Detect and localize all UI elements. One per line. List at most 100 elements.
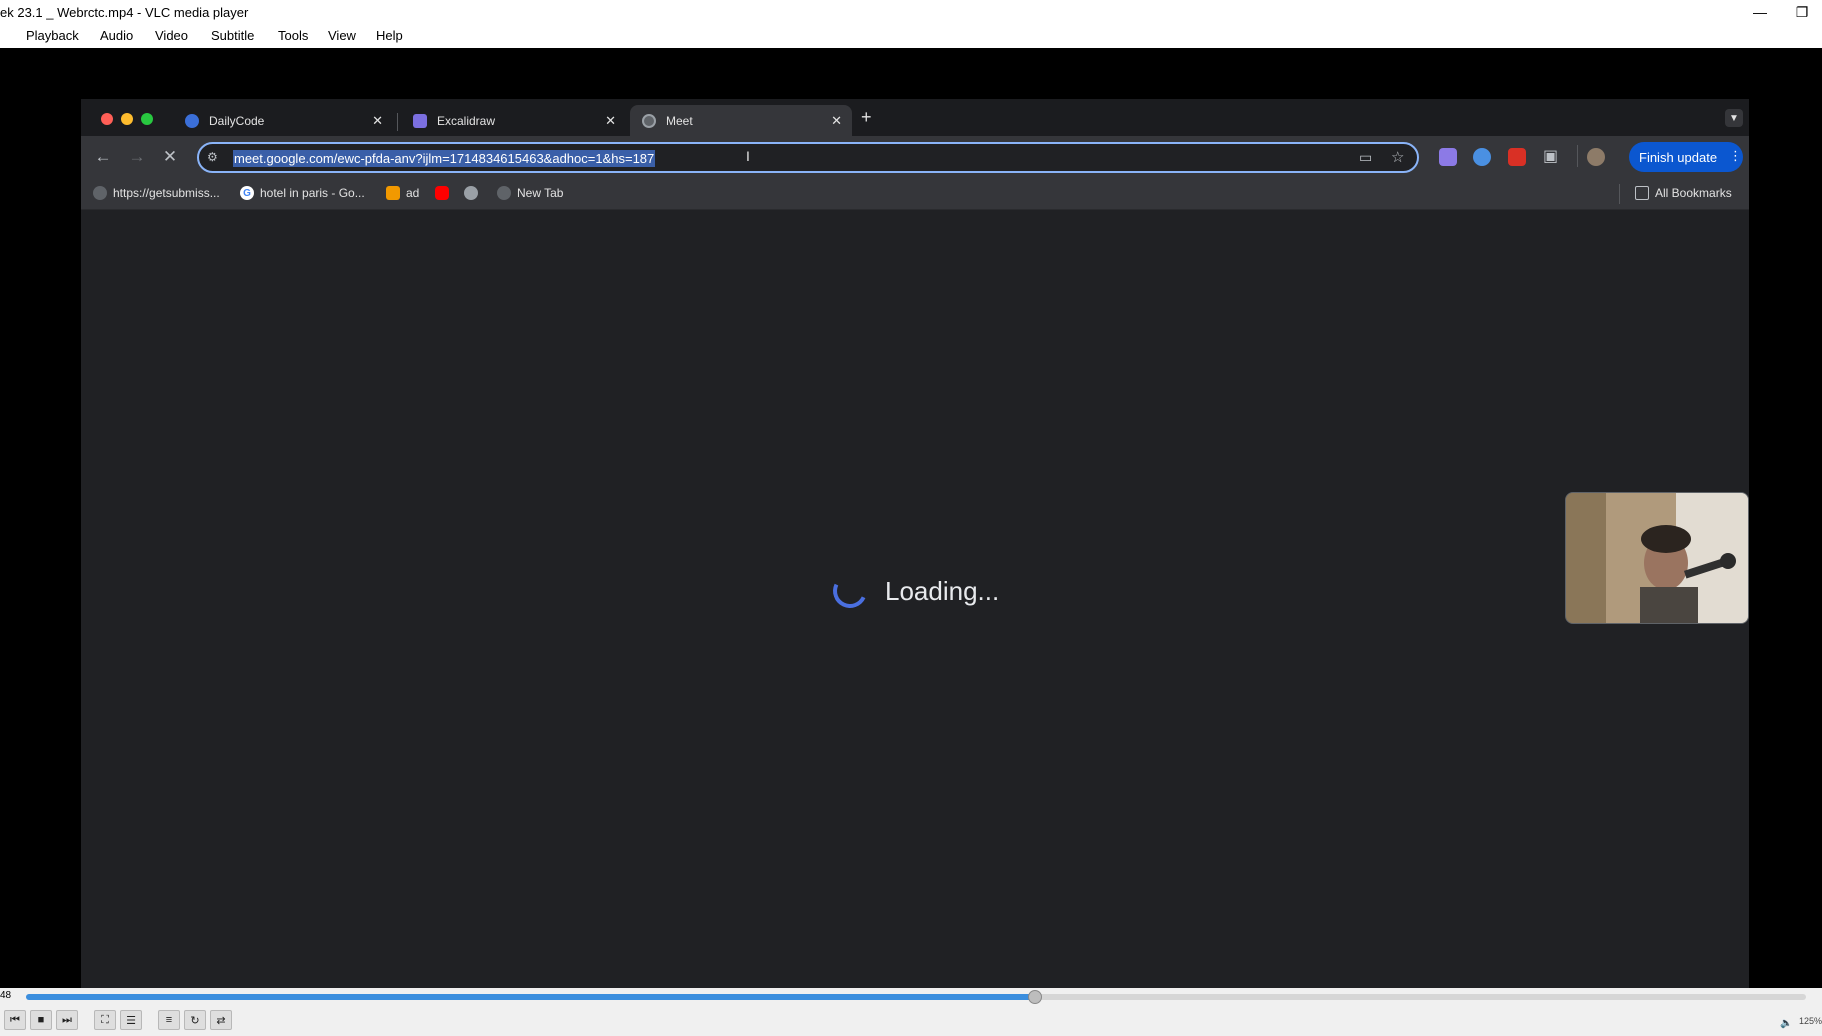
all-bookmarks[interactable]: All Bookmarks xyxy=(1635,186,1732,200)
fullscreen-icon: ⛶ xyxy=(101,1013,109,1026)
globe-icon xyxy=(93,186,107,200)
tab-excalidraw[interactable]: Excalidraw ✕ xyxy=(401,105,626,136)
more-vert-icon: ⋮ xyxy=(1729,148,1742,163)
bookmark-label: New Tab xyxy=(517,186,564,200)
tab-meet[interactable]: Meet ✕ xyxy=(630,105,852,136)
close-icon[interactable]: ✕ xyxy=(605,113,616,129)
dailycode-icon xyxy=(185,113,199,128)
next-button[interactable]: ⏭ xyxy=(56,1010,78,1030)
google-icon: G xyxy=(240,186,254,200)
tab-label: Excalidraw xyxy=(437,113,496,128)
stop-button[interactable]: ■ xyxy=(30,1010,52,1030)
menu-tools[interactable]: Tools xyxy=(278,28,308,43)
vlc-title-bar: ek 23.1 _ Webrctc.mp4 - VLC media player… xyxy=(0,0,1822,24)
bookmark-settings[interactable] xyxy=(464,186,484,200)
tab-label: DailyCode xyxy=(209,113,265,128)
finish-update-label: Finish update xyxy=(1639,149,1718,165)
elapsed-time: 48 xyxy=(0,990,12,1001)
finish-update-button[interactable]: Finish update ⋮ xyxy=(1629,142,1743,172)
bookmark-youtube[interactable] xyxy=(435,186,455,200)
tab-dailycode[interactable]: DailyCode ✕ xyxy=(173,105,393,136)
playlist-icon: ≡ xyxy=(165,1014,173,1026)
seek-progress xyxy=(26,994,1036,1000)
puzzle-icon[interactable]: ▣ xyxy=(1543,146,1558,166)
minimize-button[interactable]: — xyxy=(1740,0,1780,24)
browser-window: DailyCode ✕ Excalidraw ✕ Meet ✕ + ▼ ← → … xyxy=(81,99,1749,1035)
person-image xyxy=(1566,493,1748,623)
bookmarks-bar: https://getsubmiss... G hotel in paris -… xyxy=(81,178,1749,210)
new-tab-button[interactable]: + xyxy=(861,107,872,128)
self-view-video[interactable] xyxy=(1565,492,1749,624)
extension-icon[interactable] xyxy=(1508,148,1526,166)
menu-playback[interactable]: Playback xyxy=(26,28,79,43)
loading-spinner xyxy=(828,569,872,613)
bookmark-star-icon[interactable]: ☆ xyxy=(1391,148,1404,166)
playlist-button[interactable]: ≡ xyxy=(158,1010,180,1030)
extension-icon[interactable] xyxy=(1473,148,1491,166)
text-cursor-icon: I xyxy=(746,148,750,164)
previous-button[interactable]: ⏮ xyxy=(4,1010,26,1030)
fullscreen-button[interactable]: ⛶ xyxy=(94,1010,116,1030)
forward-button[interactable]: → xyxy=(127,147,147,167)
skip-back-icon: ⏮ xyxy=(10,1013,20,1026)
toolbar-divider xyxy=(1577,145,1578,167)
close-icon: ✕ xyxy=(162,147,178,166)
menu-view[interactable]: View xyxy=(328,28,356,43)
close-icon[interactable]: ✕ xyxy=(831,113,842,129)
profile-avatar[interactable] xyxy=(1587,148,1605,166)
extension-icon[interactable] xyxy=(1439,148,1457,166)
loop-button[interactable]: ↻ xyxy=(184,1010,206,1030)
volume-percent: 125% xyxy=(1799,1016,1822,1026)
loading-text: Loading... xyxy=(885,576,1000,606)
plus-icon: + xyxy=(861,107,872,127)
youtube-icon xyxy=(435,186,449,200)
extended-settings-button[interactable]: ☰ xyxy=(120,1010,142,1030)
stop-icon: ■ xyxy=(37,1014,45,1026)
site-info-icon[interactable]: ⚙ xyxy=(207,150,218,164)
menu-help[interactable]: Help xyxy=(376,28,403,43)
loop-icon: ↻ xyxy=(190,1014,200,1027)
menu-video[interactable]: Video xyxy=(155,28,188,43)
close-window-dot[interactable] xyxy=(101,113,113,125)
minimize-window-dot[interactable] xyxy=(121,113,133,125)
bookmark-getsubmiss[interactable]: https://getsubmiss... xyxy=(93,186,220,200)
bookmark-hotel-paris[interactable]: G hotel in paris - Go... xyxy=(240,186,365,200)
excalidraw-icon xyxy=(413,113,427,128)
menu-subtitle[interactable]: Subtitle xyxy=(211,28,254,43)
tab-label: Meet xyxy=(666,113,693,128)
tab-strip: DailyCode ✕ Excalidraw ✕ Meet ✕ + ▼ xyxy=(81,99,1749,136)
volume-icon[interactable]: 🔈 xyxy=(1780,1018,1792,1029)
minimize-icon: — xyxy=(1753,4,1767,20)
bookmark-ad[interactable]: ad xyxy=(386,186,419,200)
globe-icon xyxy=(497,186,511,200)
url-text[interactable]: meet.google.com/ewc-pfda-anv?ijlm=171483… xyxy=(233,150,656,167)
bookmark-label: hotel in paris - Go... xyxy=(260,186,365,200)
vlc-menu-bar: Playback Audio Video Subtitle Tools View… xyxy=(0,24,1822,48)
seek-bar[interactable]: 48 xyxy=(0,988,1822,1004)
bookmark-new-tab[interactable]: New Tab xyxy=(497,186,563,200)
menu-audio[interactable]: Audio xyxy=(100,28,133,43)
all-bookmarks-label: All Bookmarks xyxy=(1655,186,1732,200)
shuffle-button[interactable]: ⇄ xyxy=(210,1010,232,1030)
shuffle-icon: ⇄ xyxy=(216,1014,226,1027)
restore-button[interactable]: ❐ xyxy=(1782,0,1822,24)
address-bar[interactable]: ⚙ meet.google.com/ewc-pfda-anv?ijlm=1714… xyxy=(197,142,1419,173)
bookmark-label: ad xyxy=(406,186,420,200)
tab-search-button[interactable]: ▼ xyxy=(1725,109,1743,127)
zoom-window-dot[interactable] xyxy=(141,113,153,125)
video-area[interactable]: DailyCode ✕ Excalidraw ✕ Meet ✕ + ▼ ← → … xyxy=(0,48,1822,1035)
restore-icon: ❐ xyxy=(1795,3,1809,20)
browser-toolbar: ← → ✕ ⚙ meet.google.com/ewc-pfda-anv?ijl… xyxy=(81,136,1749,178)
stop-loading-button[interactable]: ✕ xyxy=(160,147,180,167)
forward-arrow-icon: → xyxy=(128,147,146,166)
back-arrow-icon: ← xyxy=(94,147,112,166)
flame-icon xyxy=(386,186,400,200)
back-button[interactable]: ← xyxy=(93,147,113,167)
close-icon[interactable]: ✕ xyxy=(372,113,383,129)
seek-handle[interactable] xyxy=(1028,990,1043,1004)
seek-track[interactable] xyxy=(26,990,1806,1004)
gear-icon xyxy=(464,186,478,200)
install-app-icon[interactable]: ▭ xyxy=(1359,149,1372,166)
bookmarks-divider xyxy=(1619,184,1620,204)
vlc-controls: ⏮ ■ ⏭ ⛶ ☰ ≡ ↻ ⇄ 🔈 125% xyxy=(0,1004,1822,1036)
